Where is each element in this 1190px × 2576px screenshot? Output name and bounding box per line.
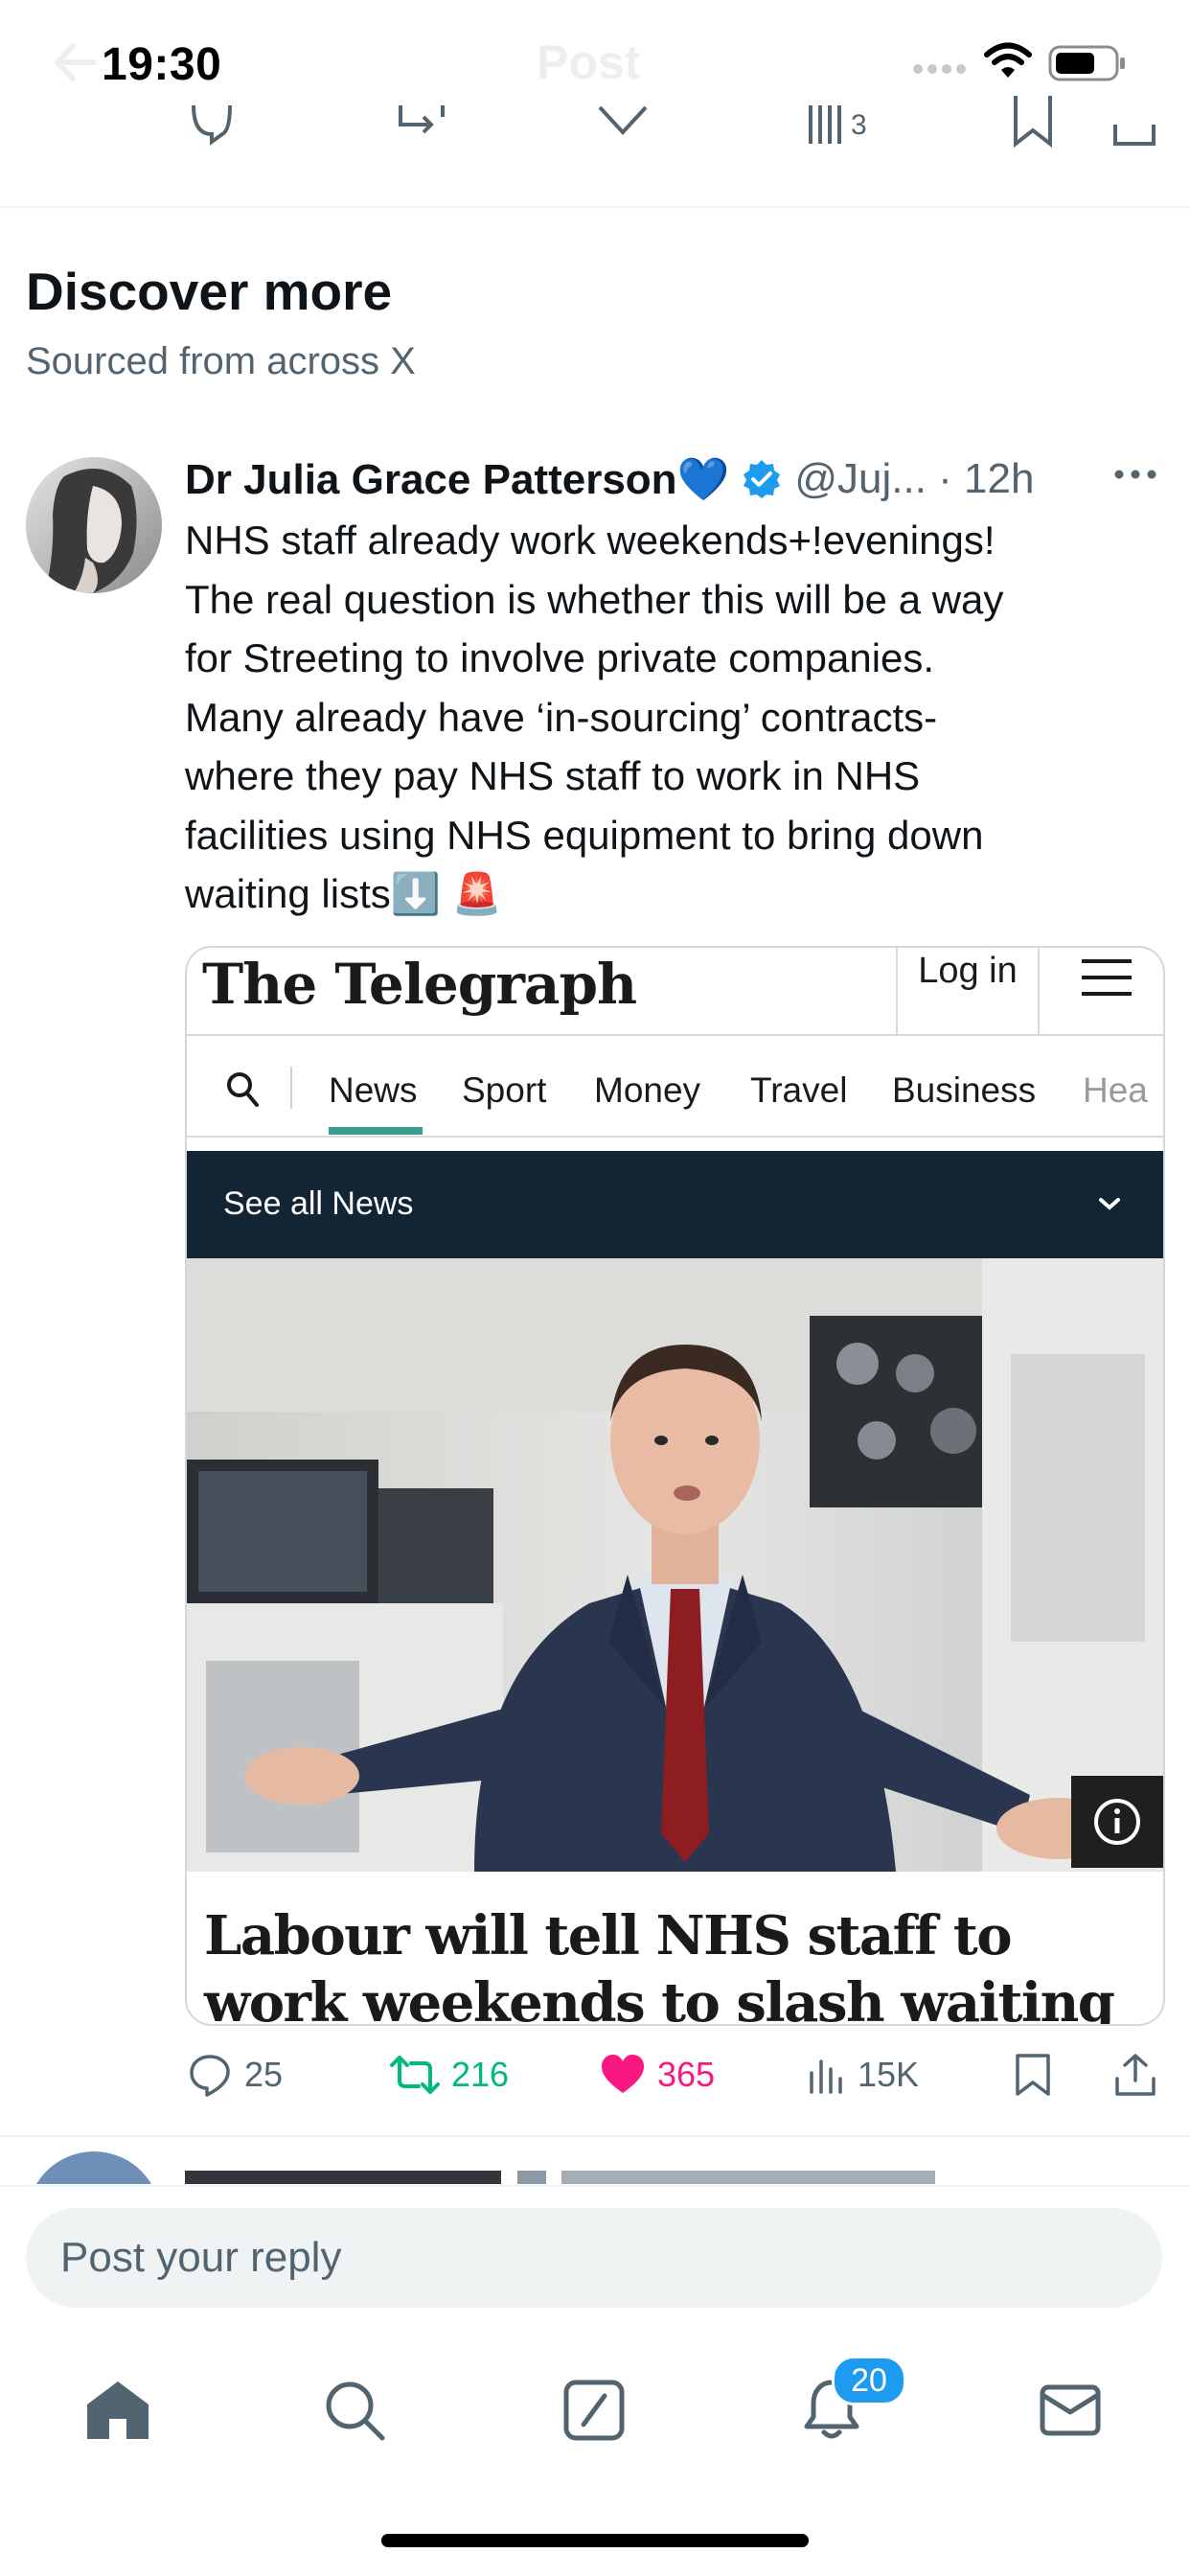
reply-input[interactable] bbox=[26, 2208, 1162, 2308]
mail-icon bbox=[1039, 2383, 1102, 2437]
nav-item-sport[interactable]: Sport bbox=[462, 1070, 546, 1111]
home-indicator bbox=[381, 2534, 809, 2547]
author-handle-time[interactable]: @Juj... · 12h bbox=[794, 455, 1034, 503]
status-time: 19:30 bbox=[102, 39, 222, 90]
chevron-down-icon bbox=[1095, 1193, 1124, 1214]
post-text-line: where they pay NHS staff to work in NHS bbox=[185, 753, 921, 798]
see-all-news-bar[interactable]: See all News bbox=[187, 1151, 1163, 1258]
nav-item-news[interactable]: News bbox=[329, 1070, 418, 1111]
article-headline: Labour will tell NHS staff to work weeke… bbox=[204, 1904, 1115, 2026]
telegraph-header: The Telegraph Log in bbox=[187, 948, 1163, 1036]
repost-button[interactable]: 216 bbox=[390, 2041, 509, 2108]
nav-item-health[interactable]: Hea bbox=[1083, 1070, 1148, 1111]
tab-search[interactable] bbox=[311, 2367, 398, 2453]
tab-messages[interactable] bbox=[1027, 2367, 1113, 2453]
tab-grok[interactable] bbox=[551, 2367, 637, 2453]
reply-bar bbox=[0, 2185, 1190, 2317]
post-text-line: facilities using NHS equipment to bring … bbox=[185, 812, 984, 858]
heart-icon bbox=[600, 2053, 646, 2097]
post-text-line: NHS staff already work weekends+!evening… bbox=[185, 518, 995, 563]
repost-count: 216 bbox=[451, 2055, 510, 2094]
views-button[interactable]: 15K bbox=[808, 2041, 919, 2108]
post-text-line: for Streeting to involve private compani… bbox=[185, 635, 935, 680]
article-photo bbox=[187, 1258, 1163, 1872]
author-name[interactable]: Dr Julia Grace Patterson💙 bbox=[185, 454, 729, 504]
divider bbox=[0, 2135, 1190, 2137]
link-card[interactable]: The Telegraph Log in News Sport Money Tr… bbox=[185, 946, 1165, 2026]
status-bar: Post 19:30 bbox=[0, 0, 1190, 125]
post-text-line: waiting lists⬇️ 🚨 bbox=[185, 871, 502, 916]
more-options-icon[interactable] bbox=[1111, 460, 1159, 489]
next-post-peek bbox=[0, 2142, 1190, 2184]
login-link[interactable]: Log in bbox=[896, 948, 1040, 1034]
tab-home[interactable] bbox=[75, 2367, 161, 2453]
avatar[interactable] bbox=[26, 457, 162, 593]
like-button[interactable]: 365 bbox=[600, 2041, 715, 2108]
telegraph-logo: The Telegraph bbox=[202, 952, 637, 1017]
like-count: 365 bbox=[657, 2055, 716, 2094]
info-icon[interactable] bbox=[1071, 1776, 1163, 1868]
share-button[interactable] bbox=[1113, 2041, 1157, 2108]
notifications-badge: 20 bbox=[832, 2356, 906, 2405]
post-text: NHS staff already work weekends+!evening… bbox=[185, 511, 1143, 924]
search-icon[interactable] bbox=[225, 1070, 260, 1109]
share-icon bbox=[1113, 2052, 1157, 2098]
grok-icon bbox=[562, 2379, 626, 2442]
battery-icon bbox=[1048, 44, 1127, 82]
search-icon bbox=[323, 2379, 386, 2442]
home-icon bbox=[84, 2379, 151, 2442]
cellular-signal-icon bbox=[912, 59, 970, 79]
divider bbox=[0, 206, 1190, 208]
see-all-news-label: See all News bbox=[223, 1185, 414, 1222]
views-count: 15K bbox=[858, 2055, 920, 2094]
verified-badge-icon bbox=[741, 458, 783, 500]
nav-title: Post bbox=[537, 35, 641, 89]
bookmark-icon bbox=[1014, 2052, 1052, 2098]
post-header[interactable]: Dr Julia Grace Patterson💙 @Juj... · 12h bbox=[185, 450, 1034, 508]
reply-icon bbox=[187, 2052, 233, 2098]
repost-icon bbox=[390, 2052, 440, 2098]
hamburger-menu-icon[interactable] bbox=[1078, 954, 1135, 1001]
reply-count: 25 bbox=[244, 2055, 284, 2094]
back-arrow-icon[interactable] bbox=[46, 38, 103, 86]
active-tab-indicator bbox=[329, 1127, 423, 1135]
reply-button[interactable]: 25 bbox=[187, 2041, 283, 2108]
nav-item-money[interactable]: Money bbox=[594, 1070, 700, 1111]
views-icon bbox=[808, 2054, 846, 2096]
nav-item-travel[interactable]: Travel bbox=[750, 1070, 847, 1111]
post-text-line: Many already have ‘in-sourcing’ contract… bbox=[185, 694, 938, 740]
post-actions: 25 216 365 15K bbox=[0, 2041, 1190, 2108]
section-title: Discover more bbox=[26, 262, 393, 321]
wifi-icon bbox=[984, 42, 1032, 80]
post-text-line: The real question is whether this will b… bbox=[185, 576, 1004, 622]
nav-separator bbox=[290, 1067, 292, 1109]
nav-item-business[interactable]: Business bbox=[892, 1070, 1036, 1111]
bookmark-button[interactable] bbox=[1014, 2041, 1052, 2108]
telegraph-nav: News Sport Money Travel Business Hea bbox=[187, 1036, 1163, 1138]
section-subtitle: Sourced from across X bbox=[26, 340, 416, 382]
